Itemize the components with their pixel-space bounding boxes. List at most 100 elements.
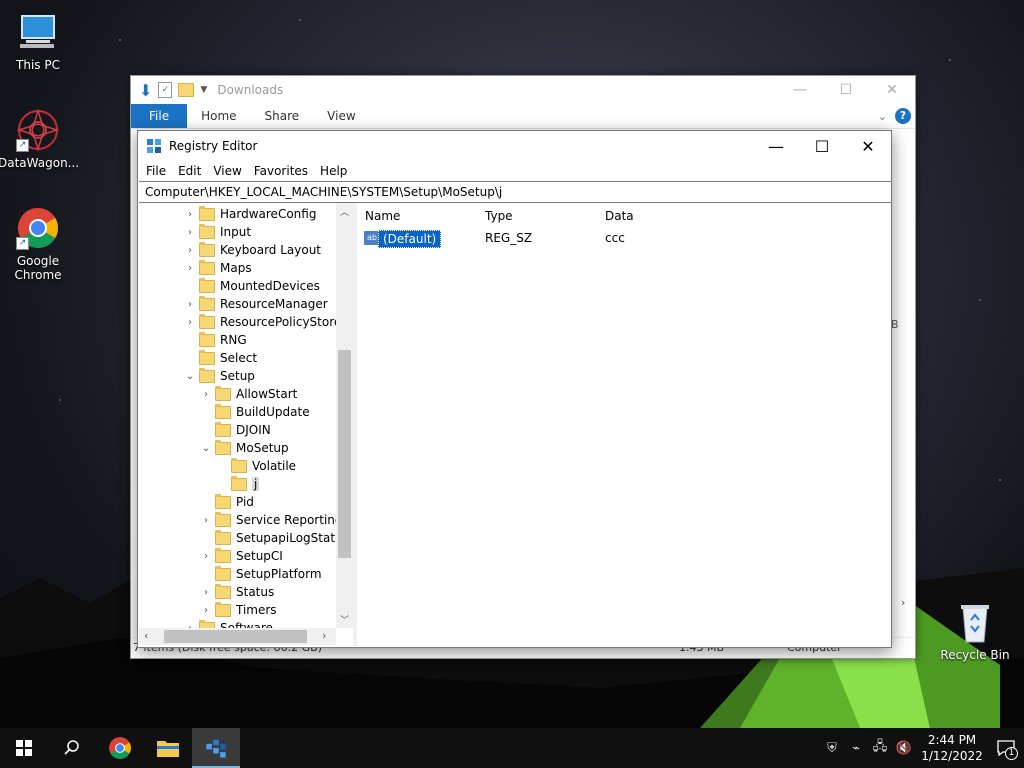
help-icon[interactable]: ? (895, 108, 911, 124)
registry-key-tree[interactable]: ›Software›Timers›StatusSetupPlatform›Set… (139, 203, 357, 646)
tree-item[interactable]: Select (185, 349, 257, 367)
desktop-icon-this-pc[interactable]: This PC (0, 10, 78, 72)
tree-item[interactable]: MountedDevices (185, 277, 320, 295)
close-icon[interactable]: ✕ (869, 82, 915, 98)
network-disconnected-icon[interactable]: ⌁ (844, 741, 868, 756)
minimize-icon[interactable]: — (777, 82, 823, 98)
taskbar-file-explorer[interactable] (144, 728, 192, 768)
registry-values-list[interactable]: Name Type Data ab (Default) REG_SZ ccc (357, 203, 890, 646)
explorer-title-bar[interactable]: ⬇ ✓ ▼ Downloads — ☐ ✕ (131, 76, 915, 104)
tree-item[interactable]: › Input (185, 223, 251, 241)
close-icon[interactable]: ✕ (845, 131, 891, 161)
chevron-right-icon[interactable]: › (201, 515, 211, 526)
tree-scroll-thumb[interactable] (338, 350, 351, 558)
tree-item[interactable]: BuildUpdate (201, 403, 310, 421)
tree-item[interactable]: › SetupCI (201, 547, 283, 565)
tree-item[interactable]: j (217, 475, 260, 493)
tree-item[interactable]: › AllowStart (201, 385, 297, 403)
registry-editor-window[interactable]: Registry Editor — ☐ ✕ File Edit View Fav… (137, 130, 892, 648)
tree-item[interactable]: ⌄ Setup (185, 367, 255, 385)
maximize-icon[interactable]: ☐ (823, 82, 869, 98)
column-header-data[interactable]: Data (605, 209, 634, 223)
clock-date: 1/12/2022 (921, 749, 983, 763)
desktop-icon-label: DataWagon... (0, 156, 80, 170)
security-shield-icon[interactable]: ⛨ (820, 741, 844, 756)
menu-view[interactable]: View (207, 164, 247, 178)
download-arrow-icon[interactable]: ⬇ (139, 81, 152, 100)
tree-item[interactable]: ⌄ MoSetup (201, 439, 289, 457)
chevron-right-icon[interactable]: › (185, 209, 195, 220)
folder-icon (199, 205, 215, 221)
tab-share[interactable]: Share (251, 104, 314, 128)
chevron-right-icon[interactable]: › (201, 587, 211, 598)
desktop-icon-recycle-bin[interactable]: Recycle Bin (935, 600, 1015, 662)
chevron-right-icon[interactable]: › (185, 227, 195, 238)
chevron-right-icon[interactable]: › (201, 605, 211, 616)
menu-favorites[interactable]: Favorites (248, 164, 314, 178)
value-name[interactable]: (Default) (378, 230, 442, 248)
tree-item[interactable]: SetupPlatform (201, 565, 322, 583)
tree-item[interactable]: › ResourcePolicyStore (185, 313, 341, 331)
tree-item[interactable]: › Timers (201, 601, 277, 619)
chevron-right-icon[interactable]: › (201, 389, 211, 400)
network-icon[interactable]: 🖧 (868, 737, 892, 759)
minimize-icon[interactable]: — (753, 131, 799, 161)
search-button[interactable] (48, 728, 96, 768)
scroll-right-arrow-icon[interactable]: › (901, 596, 905, 609)
tree-vertical-scrollbar[interactable]: ︿ ﹀ (336, 203, 353, 628)
properties-icon[interactable]: ✓ (158, 82, 173, 98)
chevron-down-icon[interactable]: ⌄ (185, 371, 195, 382)
tab-home[interactable]: Home (187, 104, 250, 128)
chevron-right-icon[interactable]: › (185, 263, 195, 274)
tab-file[interactable]: File (131, 104, 188, 128)
folder-icon (215, 403, 231, 419)
desktop-icon-datawagon[interactable]: ↗ DataWagon... (0, 108, 80, 170)
tree-item[interactable]: Volatile (217, 457, 296, 475)
column-header-type[interactable]: Type (485, 209, 513, 223)
registry-value-row[interactable]: ab (Default) REG_SZ ccc (357, 229, 890, 248)
tree-item[interactable]: Pid (201, 493, 254, 511)
tree-item[interactable]: DJOIN (201, 421, 271, 439)
desktop-icon-google-chrome[interactable]: ↗ Google Chrome (0, 206, 78, 282)
maximize-icon[interactable]: ☐ (799, 131, 845, 161)
quick-access-dropdown-icon[interactable]: ▼ (200, 85, 207, 95)
column-header-name[interactable]: Name (365, 209, 400, 223)
scroll-up-arrow-icon[interactable]: ︿ (336, 205, 353, 218)
regedit-menu-bar: File Edit View Favorites Help (138, 161, 891, 181)
chevron-right-icon[interactable]: › (201, 551, 211, 562)
menu-help[interactable]: Help (314, 164, 353, 178)
taskbar-clock[interactable]: 2:44 PM 1/12/2022 (916, 732, 988, 764)
tree-item[interactable]: SetupapiLogStatus (201, 529, 349, 547)
address-bar[interactable]: Computer\HKEY_LOCAL_MACHINE\SYSTEM\Setup… (139, 181, 891, 203)
explorer-size-column-fragment: B (891, 318, 899, 331)
tree-item[interactable]: › Service Reporting A (201, 511, 353, 529)
start-button[interactable] (0, 728, 48, 768)
taskbar-chrome[interactable] (96, 728, 144, 768)
action-center-button[interactable]: 1 (988, 728, 1024, 768)
volume-muted-icon[interactable]: 🔇 (892, 741, 916, 756)
tree-item[interactable]: › Keyboard Layout (185, 241, 321, 259)
scroll-left-arrow-icon[interactable]: ‹ (144, 629, 148, 642)
tree-item[interactable]: › Maps (185, 259, 252, 277)
menu-edit[interactable]: Edit (172, 164, 207, 178)
regedit-title-bar[interactable]: Registry Editor — ☐ ✕ (138, 131, 891, 161)
ribbon-expand-chevron-icon[interactable]: ⌄ (878, 110, 887, 123)
tree-item[interactable]: › ResourceManager (185, 295, 328, 313)
menu-file[interactable]: File (140, 164, 172, 178)
scroll-right-arrow-icon[interactable]: › (322, 629, 326, 642)
tab-view[interactable]: View (313, 104, 369, 128)
scroll-down-arrow-icon[interactable]: ﹀ (336, 613, 353, 626)
tree-item[interactable]: RNG (185, 331, 247, 349)
taskbar-registry-editor[interactable] (192, 728, 240, 768)
chevron-right-icon[interactable]: › (185, 245, 195, 256)
tree-item[interactable]: › Status (201, 583, 274, 601)
tree-hscroll-thumb[interactable] (164, 630, 307, 643)
folder-icon (215, 565, 231, 581)
new-folder-icon[interactable] (178, 83, 195, 97)
tree-item-label: Volatile (252, 459, 297, 473)
chevron-right-icon[interactable]: › (185, 317, 195, 328)
chevron-right-icon[interactable]: › (185, 299, 195, 310)
tree-horizontal-scrollbar[interactable]: ‹ › (139, 628, 336, 645)
tree-item[interactable]: › HardwareConfig (185, 205, 316, 223)
chevron-down-icon[interactable]: ⌄ (201, 443, 211, 454)
